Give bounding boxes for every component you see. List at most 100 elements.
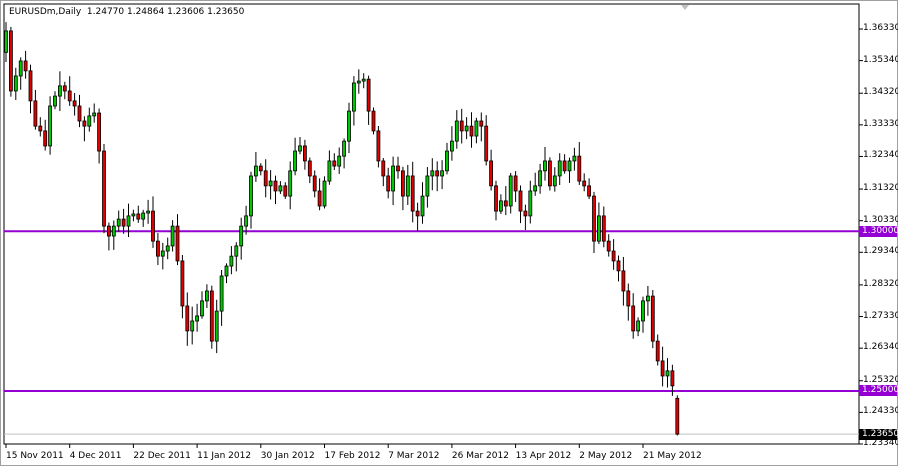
- candle-bear: [72, 100, 77, 107]
- candle-bull: [219, 275, 224, 312]
- y-tick-label: 1.35340: [863, 54, 898, 65]
- candle-bear: [494, 185, 498, 212]
- candle-bull: [293, 150, 298, 172]
- x-tick-label: 13 Apr 2012: [515, 451, 572, 461]
- candle-bull: [498, 200, 503, 212]
- y-tick-label: 1.36330: [863, 23, 898, 33]
- candle-bull: [391, 165, 396, 192]
- candle-bull: [58, 85, 62, 97]
- candle-bear: [592, 195, 596, 242]
- candle-bear: [660, 360, 665, 377]
- candle-bull: [204, 290, 209, 302]
- candle-bear: [587, 185, 591, 197]
- candle-bear: [185, 305, 190, 332]
- candle-bear: [459, 120, 464, 132]
- candle-bull: [552, 175, 557, 187]
- candle-bear: [43, 130, 48, 147]
- candle-bull: [356, 80, 361, 84]
- candle-bear: [518, 190, 523, 212]
- candle-bear: [396, 165, 400, 172]
- candle-bear: [121, 218, 126, 227]
- candle-bear: [312, 175, 317, 192]
- candle-bull: [597, 215, 601, 242]
- x-tick-label: 11 Jan 2012: [197, 451, 252, 461]
- x-tick-label: 17 Feb 2012: [324, 451, 381, 461]
- y-tick-label: 1.30330: [863, 214, 898, 225]
- candle-bear: [626, 290, 631, 307]
- candle-bear: [38, 125, 43, 132]
- x-tick-label: 22 Dec 2011: [133, 451, 191, 461]
- y-tick-label: 1.29340: [863, 246, 898, 257]
- candle-bear: [107, 225, 111, 237]
- candle-bear: [8, 30, 13, 92]
- candle-bull: [160, 250, 165, 257]
- candle-bear: [582, 180, 587, 187]
- candle-bear: [650, 295, 655, 342]
- y-tick-label: 1.31320: [863, 183, 898, 194]
- candle-bear: [209, 290, 214, 342]
- ohlc-readout: 1.24770 1.24864 1.23606 1.23650: [86, 7, 245, 17]
- candle-bull: [253, 165, 258, 177]
- candle-bear: [484, 125, 489, 162]
- candle-bear: [621, 270, 626, 292]
- x-tick-label: 15 Nov 2011: [6, 451, 64, 461]
- candle-bear: [283, 185, 288, 197]
- candle-bull: [361, 78, 366, 82]
- candle-bull: [342, 140, 347, 157]
- candle-bull: [53, 95, 57, 107]
- candle-bull: [87, 115, 92, 127]
- y-tick-label: 1.24330: [863, 406, 898, 417]
- y-tick-label: 1.34320: [863, 87, 898, 98]
- candlestick-chart[interactable]: [1, 1, 898, 467]
- candle-bull: [141, 212, 146, 220]
- candle-bull: [268, 180, 273, 187]
- level-price-label: 1.25000: [859, 385, 898, 397]
- candle-bear: [180, 260, 185, 307]
- chart-title: EURUSDm,Daily 1.24770 1.24864 1.23606 1.…: [9, 7, 244, 17]
- candle-bull: [528, 190, 533, 217]
- candle-bear: [523, 210, 528, 217]
- candle-bear: [67, 90, 72, 102]
- candle-bear: [28, 70, 33, 102]
- candle-bear: [577, 155, 582, 182]
- candle-bull: [195, 315, 200, 322]
- candle-bear: [366, 78, 371, 112]
- candle-bear: [151, 210, 155, 242]
- candle-bull: [170, 225, 175, 247]
- candle-bull: [557, 160, 562, 177]
- candle-bull: [425, 175, 430, 197]
- candle-bear: [136, 213, 141, 220]
- candle-bear: [155, 240, 160, 257]
- candle-bear: [386, 175, 391, 192]
- x-tick-label: 30 Jan 2012: [260, 451, 315, 461]
- candle-bull: [449, 140, 454, 152]
- candle-bear: [371, 110, 376, 132]
- candle-bull: [92, 112, 97, 117]
- candle-bull: [347, 110, 351, 142]
- plot-area: [3, 3, 860, 445]
- x-tick-label: 26 Mar 2012: [451, 451, 509, 461]
- current-price-label: 1.23650: [859, 428, 898, 440]
- candle-bull: [464, 125, 469, 132]
- candle-bear: [435, 170, 440, 177]
- candle-bear: [548, 160, 552, 187]
- candle-bull: [641, 300, 645, 322]
- candle-bull: [474, 120, 479, 137]
- candle-bull: [249, 175, 253, 217]
- candle-bull: [200, 300, 204, 317]
- candle-bear: [33, 100, 38, 127]
- candle-bear: [332, 160, 337, 167]
- candle-bull: [111, 225, 116, 237]
- candle-bear: [273, 180, 278, 192]
- candle-bull: [567, 160, 572, 172]
- candle-bear: [655, 340, 660, 362]
- candle-bull: [239, 225, 244, 247]
- y-tick-label: 1.32340: [863, 150, 898, 161]
- candle-bull: [13, 75, 18, 92]
- candle-bull: [543, 160, 547, 172]
- candle-bull: [224, 265, 229, 277]
- candle-bear: [479, 120, 484, 127]
- x-tick-label: 7 Mar 2012: [388, 451, 440, 461]
- candle-bear: [82, 120, 87, 127]
- x-tick-label: 2 May 2012: [579, 451, 633, 461]
